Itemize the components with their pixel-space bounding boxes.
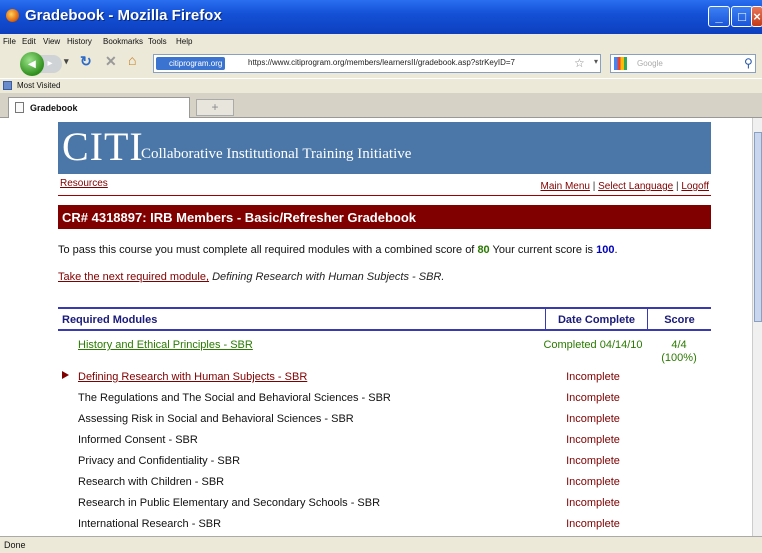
module-link[interactable]: History and Ethical Principles - SBR	[78, 339, 253, 351]
firefox-icon	[6, 9, 19, 22]
history-dropdown-icon[interactable]: ▾	[64, 56, 69, 67]
header-score: Score	[664, 314, 695, 326]
tab-gradebook[interactable]: Gradebook	[8, 97, 190, 118]
separator: |	[675, 181, 679, 192]
table-row: Privacy and Confidentiality - SBR Incomp…	[58, 451, 711, 472]
module-name: Assessing Risk in Social and Behavioral …	[78, 413, 354, 425]
url-dropdown-icon[interactable]: ▾	[594, 57, 598, 66]
site-identity-badge[interactable]: citiprogram.org	[156, 57, 226, 70]
top-links: Resources Main Menu | Select Language | …	[58, 176, 711, 196]
new-tab-button[interactable]: +	[196, 99, 234, 116]
maximize-button[interactable]: □	[731, 6, 753, 27]
next-module-name: Defining Research with Human Subjects - …	[212, 271, 445, 283]
status-bar: Done	[0, 536, 762, 553]
menu-edit[interactable]: Edit	[22, 37, 36, 46]
star-icon[interactable]: ☆	[574, 56, 585, 70]
required-score: 80	[477, 244, 490, 256]
url-bar[interactable]: citiprogram.org https://www.citiprogram.…	[153, 54, 601, 73]
module-date: Incomplete	[566, 476, 620, 488]
modules-table: Required Modules Date Complete Score His…	[58, 307, 711, 535]
table-row: Research with Children - SBR Incomplete	[58, 472, 711, 493]
module-link[interactable]: Defining Research with Human Subjects - …	[78, 371, 307, 383]
table-header: Required Modules Date Complete Score	[58, 307, 711, 331]
vertical-scrollbar[interactable]	[752, 118, 762, 536]
table-row: The Regulations and The Social and Behav…	[58, 388, 711, 409]
current-module-arrow-icon	[62, 371, 69, 379]
stop-icon[interactable]: ✕	[105, 53, 117, 70]
search-icon[interactable]: ⚲	[744, 56, 753, 70]
tab-strip: Gradebook +	[0, 93, 762, 118]
next-module-line: Take the next required module, Defining …	[58, 271, 444, 283]
module-name: Research in Public Elementary and Second…	[78, 497, 381, 509]
title-bar: Gradebook - Mozilla Firefox _ □ ×	[0, 0, 762, 34]
bookmarks-toolbar: Most Visited	[0, 78, 762, 93]
menu-bookmarks[interactable]: Bookmarks	[103, 37, 143, 46]
module-name: Informed Consent - SBR	[78, 434, 198, 446]
module-name: Research with Children - SBR	[78, 476, 225, 488]
window-title: Gradebook - Mozilla Firefox	[25, 7, 222, 24]
module-name: International Research - SBR	[78, 518, 222, 530]
score-percent: (100%)	[661, 352, 697, 364]
menu-history[interactable]: History	[67, 37, 92, 46]
header-date: Date Complete	[545, 309, 648, 329]
header-modules: Required Modules	[62, 314, 158, 326]
main-menu-link[interactable]: Main Menu	[540, 181, 589, 192]
menu-tools[interactable]: Tools	[148, 37, 167, 46]
pass-prefix: To pass this course you must complete al…	[58, 244, 475, 256]
bookmark-folder-icon	[3, 81, 12, 90]
page-icon	[15, 102, 24, 113]
scrollbar-thumb[interactable]	[754, 132, 762, 322]
logoff-link[interactable]: Logoff	[681, 181, 709, 192]
module-date: Incomplete	[566, 518, 620, 530]
module-date: Incomplete	[566, 455, 620, 467]
table-row: Research in Public Elementary and Second…	[58, 493, 711, 514]
bookmark-most-visited[interactable]: Most Visited	[17, 81, 60, 90]
module-date: Incomplete	[566, 413, 620, 425]
table-row: History and Ethical Principles - SBR Com…	[58, 335, 711, 367]
course-title: CR# 4318897: IRB Members - Basic/Refresh…	[58, 205, 711, 229]
select-language-link[interactable]: Select Language	[598, 181, 673, 192]
module-date: Incomplete	[566, 371, 620, 383]
menu-bar: File Edit View History Bookmarks Tools H…	[0, 34, 762, 50]
separator: |	[592, 181, 596, 192]
citi-banner: CITI Collaborative Institutional Trainin…	[58, 122, 711, 174]
url-text: https://www.citiprogram.org/members/lear…	[248, 58, 516, 67]
tab-label: Gradebook	[30, 103, 78, 113]
search-bar[interactable]: Google ⚲	[610, 54, 756, 73]
page-content: CITI Collaborative Institutional Trainin…	[0, 118, 752, 536]
current-score: 100	[596, 244, 615, 256]
table-row: Assessing Risk in Social and Behavioral …	[58, 409, 711, 430]
module-date: Incomplete	[566, 497, 620, 509]
search-input[interactable]: Google	[637, 59, 663, 68]
status-text: Done	[4, 540, 26, 550]
google-engine-icon[interactable]	[614, 57, 627, 70]
next-module-link[interactable]: Take the next required module,	[58, 271, 209, 283]
pass-suffix: .	[614, 244, 618, 256]
close-button[interactable]: ×	[751, 6, 762, 27]
navigation-toolbar: ▸ ◂ ▾ ↻ ✕ ⌂ citiprogram.org https://www.…	[0, 50, 762, 78]
resources-link[interactable]: Resources	[60, 178, 108, 189]
table-row: Informed Consent - SBR Incomplete	[58, 430, 711, 451]
minimize-button[interactable]: _	[708, 6, 730, 27]
module-score: 4/4 (100%)	[653, 339, 705, 365]
module-name: The Regulations and The Social and Behav…	[78, 392, 391, 404]
pass-requirements: To pass this course you must complete al…	[58, 244, 618, 256]
citi-logo: CITI	[62, 124, 144, 169]
table-row: International Research - SBR Incomplete	[58, 514, 711, 535]
module-date: Incomplete	[566, 392, 620, 404]
menu-view[interactable]: View	[43, 37, 60, 46]
module-date: Completed 04/14/10	[543, 339, 643, 351]
module-date: Incomplete	[566, 434, 620, 446]
banner-subtitle: Collaborative Institutional Training Ini…	[141, 146, 412, 162]
back-button[interactable]: ◂	[20, 52, 44, 76]
score-value: 4/4	[671, 339, 687, 351]
menu-file[interactable]: File	[3, 37, 16, 46]
menu-help[interactable]: Help	[176, 37, 192, 46]
home-icon[interactable]: ⌂	[128, 52, 136, 68]
reload-icon[interactable]: ↻	[80, 53, 92, 70]
module-name: Privacy and Confidentiality - SBR	[78, 455, 241, 467]
pass-middle: Your current score is	[492, 244, 594, 256]
table-row: Defining Research with Human Subjects - …	[58, 367, 711, 388]
